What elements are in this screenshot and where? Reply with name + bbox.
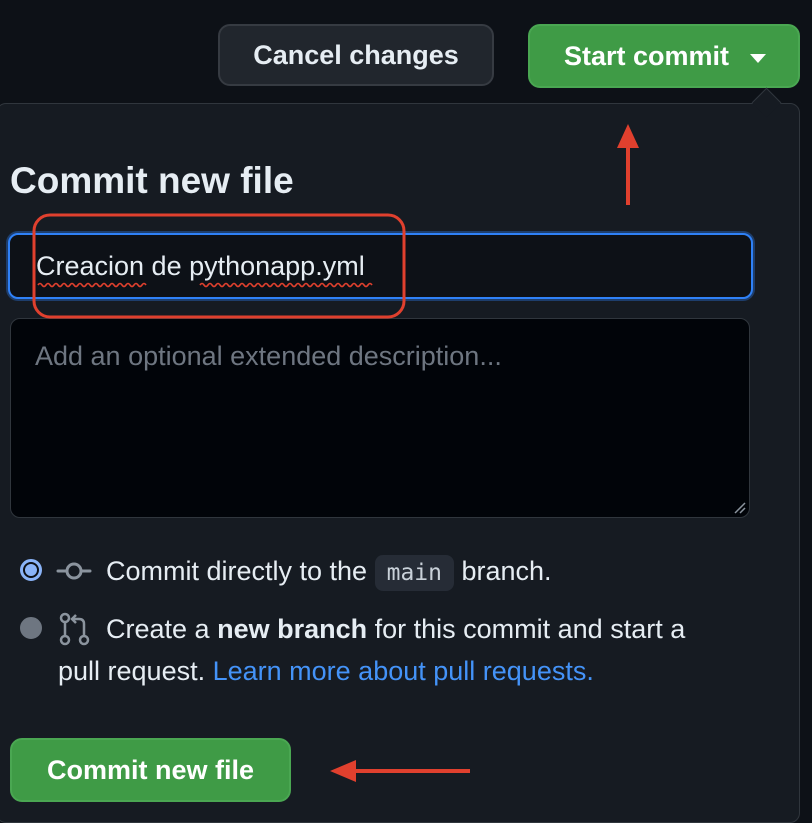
commit-description-textarea[interactable] <box>10 318 750 518</box>
cancel-changes-label: Cancel changes <box>253 39 459 70</box>
commit-title: Commit new file <box>10 160 294 201</box>
new-branch-bold: new branch <box>217 614 368 644</box>
new-branch-line2-text: pull request. <box>58 656 206 686</box>
commit-summary-input[interactable] <box>8 233 753 299</box>
start-commit-button[interactable]: Start commit <box>528 24 800 88</box>
commit-direct-text: Commit directly to the main branch. <box>106 550 552 592</box>
cancel-changes-button[interactable]: Cancel changes <box>218 24 494 86</box>
commit-new-file-button[interactable]: Commit new file <box>10 738 291 802</box>
new-branch-radio[interactable] <box>20 617 42 639</box>
commit-direct-prefix: Commit directly to the <box>106 556 368 586</box>
new-branch-line2: pull request. Learn more about pull requ… <box>58 650 594 692</box>
start-commit-label: Start commit <box>564 40 730 71</box>
new-branch-suffix: for this commit and start a <box>374 614 686 644</box>
commit-direct-radio[interactable] <box>20 559 42 581</box>
resize-grip-icon[interactable] <box>732 500 746 514</box>
commit-direct-suffix: branch. <box>461 556 552 586</box>
commit-new-file-label: Commit new file <box>46 754 255 785</box>
new-branch-prefix: Create a <box>106 614 210 644</box>
learn-more-pull-requests-link[interactable]: Learn more about pull requests. <box>213 656 594 686</box>
caret-down-icon <box>750 54 766 63</box>
branch-name-badge: main <box>374 555 454 591</box>
new-branch-line1: Create a new branch for this commit and … <box>106 608 685 650</box>
